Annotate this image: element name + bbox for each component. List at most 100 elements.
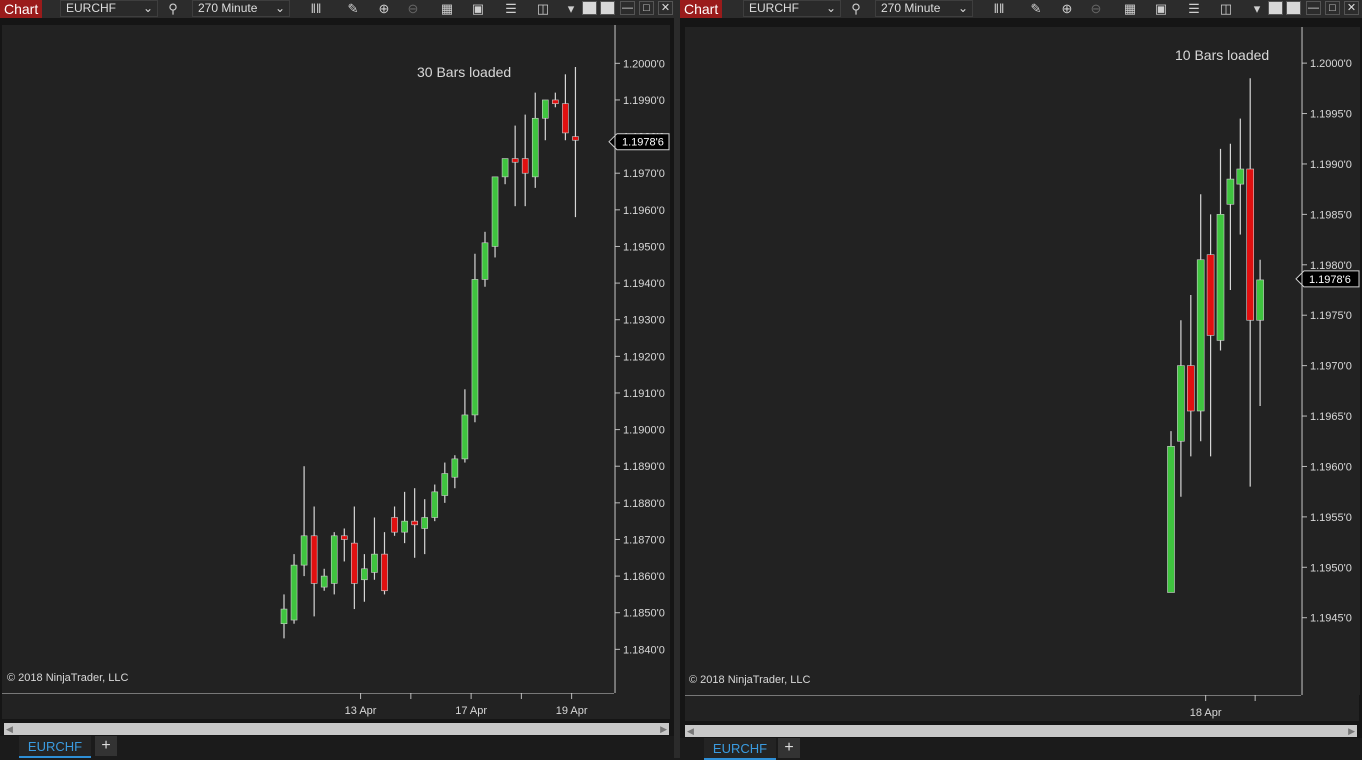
chart-menu-button[interactable]: Chart xyxy=(680,0,723,18)
candle-body xyxy=(572,136,579,141)
instrument-value: EURCHF xyxy=(749,1,799,15)
horizontal-scrollbar[interactable]: ◀ ▶ xyxy=(685,725,1357,737)
chart-plot-area[interactable]: 10 Bars loaded © 2018 NinjaTrader, LLC xyxy=(685,27,1301,695)
bar-type-icon[interactable]: ‖‖ xyxy=(307,1,325,17)
price-tick-label: 1.1960'0 xyxy=(623,205,665,217)
scroll-right-icon[interactable]: ▶ xyxy=(1348,725,1355,737)
tile-window-button-2[interactable] xyxy=(1286,1,1301,15)
price-tick-label: 1.1950'0 xyxy=(623,241,665,253)
properties-icon[interactable]: ☰ xyxy=(1185,1,1203,17)
tab-eurchf[interactable]: EURCHF xyxy=(19,736,91,758)
tile-window-button[interactable] xyxy=(582,1,597,15)
chart-plot-area[interactable]: 30 Bars loaded © 2018 NinjaTrader, LLC xyxy=(2,25,614,693)
candle-body xyxy=(541,99,549,119)
maximize-icon[interactable]: □ xyxy=(639,1,654,15)
candle-body xyxy=(1256,279,1264,321)
minimize-icon[interactable]: — xyxy=(1306,1,1321,15)
price-tick-label: 1.1965'0 xyxy=(1310,411,1352,423)
price-tick-label: 1.1860'0 xyxy=(623,571,665,583)
chevron-down-icon: ⌄ xyxy=(274,1,285,15)
candle-body xyxy=(471,279,479,416)
instrument-selector[interactable]: EURCHF ⌄ xyxy=(743,0,841,17)
interval-value: 270 Minute xyxy=(881,1,941,15)
dropdown-icon[interactable]: ▾ xyxy=(562,1,580,17)
instrument-selector[interactable]: EURCHF ⌄ xyxy=(60,0,158,17)
bars-loaded-label: 30 Bars loaded xyxy=(417,64,512,80)
interval-selector[interactable]: 270 Minute ⌄ xyxy=(875,0,973,17)
price-tick-label: 1.1940'0 xyxy=(623,278,665,290)
scroll-right-icon[interactable]: ▶ xyxy=(660,723,667,735)
search-icon[interactable]: ⚲ xyxy=(847,1,865,17)
time-axis[interactable]: 13 Apr 17 Apr 19 Apr xyxy=(2,693,670,719)
chart-toolbar: Chart EURCHF ⌄ ⚲ 270 Minute ⌄ ‖‖ ✎ ⊕ ⊖ ▦… xyxy=(680,0,1362,18)
candle-body xyxy=(531,117,539,178)
price-tick-label: 1.1890'0 xyxy=(623,461,665,473)
candle-body xyxy=(552,99,559,104)
strategies-icon[interactable]: ◫ xyxy=(1217,1,1235,17)
zoom-out-icon[interactable]: ⊖ xyxy=(1087,1,1105,17)
candle-body xyxy=(381,553,388,592)
candle-body xyxy=(521,158,529,174)
price-axis[interactable]: 1.1840'0 1.1850'0 1.1860'0 1.1870'0 1.1880'0… xyxy=(608,25,670,693)
search-icon[interactable]: ⚲ xyxy=(164,1,182,17)
candle-body xyxy=(491,176,499,247)
candle-body xyxy=(361,568,368,581)
tab-eurchf[interactable]: EURCHF xyxy=(704,738,776,760)
zoom-in-icon[interactable]: ⊕ xyxy=(375,1,393,17)
price-axis[interactable]: 1.1945'0 1.1950'0 1.1955'0 1.1960'0 1.1965'0… xyxy=(1295,27,1360,695)
properties-icon[interactable]: ☰ xyxy=(502,1,520,17)
time-axis[interactable]: 18 Apr xyxy=(685,695,1359,721)
candle-body xyxy=(391,517,398,533)
scroll-left-icon[interactable]: ◀ xyxy=(687,725,694,737)
candle-body xyxy=(280,608,288,625)
interval-selector[interactable]: 270 Minute ⌄ xyxy=(192,0,290,17)
dropdown-icon[interactable]: ▾ xyxy=(1248,1,1266,17)
close-icon[interactable]: ✕ xyxy=(658,1,673,15)
close-icon[interactable]: ✕ xyxy=(1344,1,1359,15)
add-tab-button[interactable]: + xyxy=(95,736,117,756)
chevron-down-icon: ⌄ xyxy=(825,1,836,15)
time-axis-labels: 18 Apr xyxy=(685,695,1301,719)
price-tick-label: 1.1970'0 xyxy=(623,168,665,180)
data-box-icon[interactable]: ▣ xyxy=(1152,1,1170,17)
horizontal-scrollbar[interactable]: ◀ ▶ xyxy=(4,723,669,735)
time-tick-label: 18 Apr xyxy=(1190,707,1222,719)
candle-body xyxy=(441,473,449,496)
grid-icon[interactable]: ▦ xyxy=(1121,1,1139,17)
maximize-icon[interactable]: □ xyxy=(1325,1,1340,15)
bar-type-icon[interactable]: ‖‖ xyxy=(990,1,1008,17)
copyright-label: © 2018 NinjaTrader, LLC xyxy=(7,672,129,684)
candle-body xyxy=(290,564,298,621)
candle-body xyxy=(1167,445,1175,593)
last-price-label: 1.1978'6 xyxy=(1309,274,1351,286)
price-axis-labels: 1.1945'0 1.1950'0 1.1955'0 1.1960'0 1.1965'0… xyxy=(1295,27,1360,695)
candle-body xyxy=(1196,259,1205,412)
price-tick-label: 1.1995'0 xyxy=(1310,109,1352,121)
candle-body xyxy=(300,535,308,566)
strategies-icon[interactable]: ◫ xyxy=(534,1,552,17)
candle-body xyxy=(411,520,418,526)
draw-pencil-icon[interactable]: ✎ xyxy=(1027,1,1045,17)
add-tab-button[interactable]: + xyxy=(778,738,800,758)
price-tick-label: 1.1850'0 xyxy=(623,608,665,620)
time-tick-label: 13 Apr xyxy=(345,705,377,717)
interval-value: 270 Minute xyxy=(198,1,258,15)
price-tick-label: 1.2000'0 xyxy=(1310,58,1352,70)
grid-icon[interactable]: ▦ xyxy=(438,1,456,17)
tile-window-button[interactable] xyxy=(1268,1,1283,15)
chart-menu-button[interactable]: Chart xyxy=(0,0,43,18)
candle-body xyxy=(351,542,358,584)
price-tick-label: 1.1920'0 xyxy=(623,351,665,363)
zoom-out-icon[interactable]: ⊖ xyxy=(404,1,422,17)
last-price-label: 1.1978'6 xyxy=(622,137,664,149)
candlestick-chart xyxy=(1167,78,1264,593)
candle-body xyxy=(501,158,509,178)
draw-pencil-icon[interactable]: ✎ xyxy=(344,1,362,17)
zoom-in-icon[interactable]: ⊕ xyxy=(1058,1,1076,17)
data-box-icon[interactable]: ▣ xyxy=(469,1,487,17)
minimize-icon[interactable]: — xyxy=(620,1,635,15)
scroll-left-icon[interactable]: ◀ xyxy=(6,723,13,735)
candle-body xyxy=(320,575,328,588)
price-tick-label: 1.1980'0 xyxy=(1310,260,1352,272)
tile-window-button-2[interactable] xyxy=(600,1,615,15)
